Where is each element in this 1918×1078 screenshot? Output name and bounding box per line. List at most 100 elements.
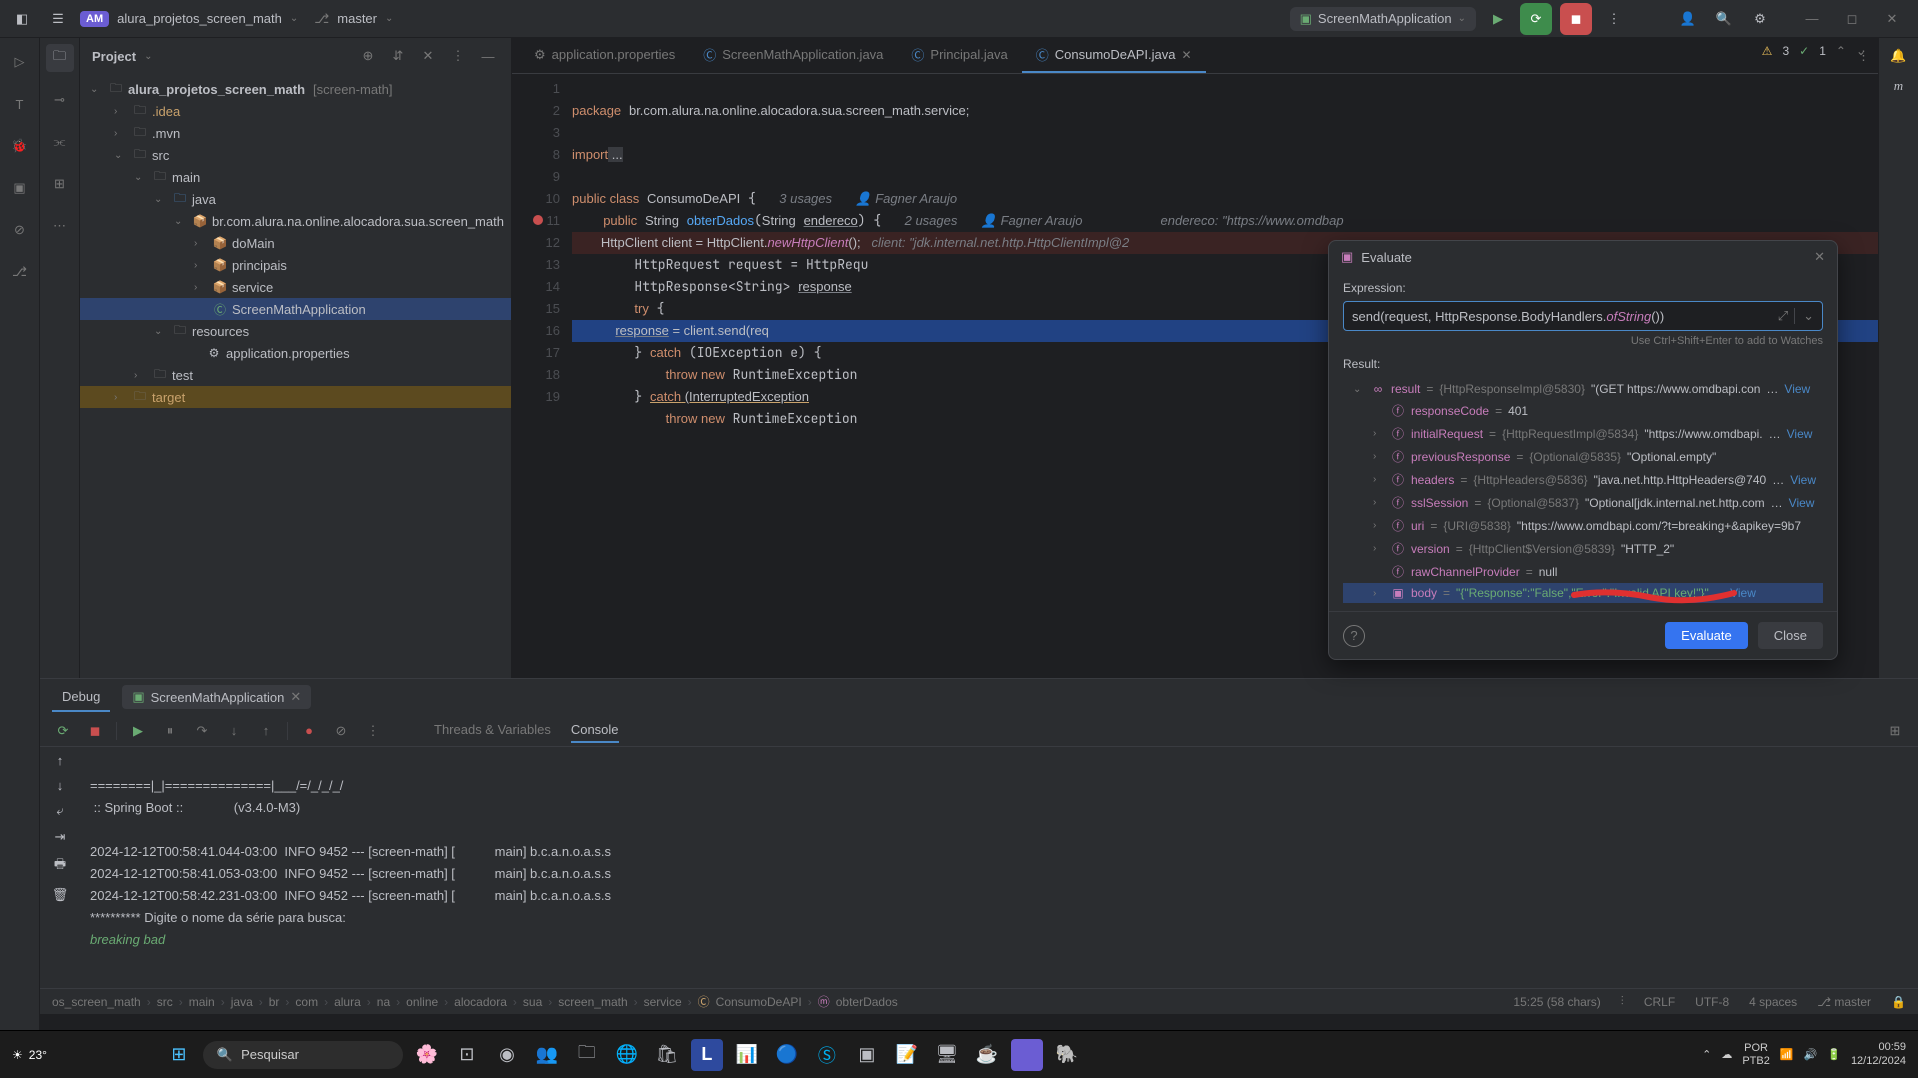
debug-session-tab[interactable]: ▣ ScreenMathApplication ✕	[122, 685, 311, 709]
result-row-body[interactable]: ›▣body = "{"Response":"False","Error":"I…	[1343, 583, 1823, 603]
breadcrumb-method[interactable]: obterDados	[836, 995, 898, 1009]
tree-item-src[interactable]: ⌄🗀src	[80, 144, 511, 166]
tab-consumodeapi[interactable]: ⒸConsumoDeAPI.java✕	[1022, 38, 1206, 73]
weather-widget[interactable]: ☀ 23°	[12, 1048, 47, 1062]
lock-icon[interactable]: 🔒	[1891, 995, 1906, 1009]
result-row[interactable]: ›ⓕversion = {HttpClient$Version@5839} "H…	[1343, 537, 1823, 560]
battery-icon[interactable]: 🔋	[1827, 1048, 1841, 1061]
run-config-selector[interactable]: ▣ ScreenMathApplication ⌄	[1290, 7, 1476, 31]
intellij-icon[interactable]	[1011, 1039, 1043, 1071]
chevron-down-icon[interactable]: ⌄	[144, 51, 152, 62]
close-tab-icon[interactable]: ✕	[1181, 48, 1191, 62]
result-row[interactable]: ›ⓕinitialRequest = {HttpRequestImpl@5834…	[1343, 422, 1823, 445]
task-view-icon[interactable]: ⊡	[451, 1039, 483, 1071]
tests-icon[interactable]: T	[6, 90, 34, 118]
problems-icon[interactable]: ⊘	[6, 216, 34, 244]
indent-setting[interactable]: 4 spaces	[1749, 995, 1797, 1009]
tree-item-java[interactable]: ⌄🗀java	[80, 188, 511, 210]
result-row[interactable]: ›ⓕheaders = {HttpHeaders@5836} "java.net…	[1343, 468, 1823, 491]
evaluate-button[interactable]: Evaluate	[1665, 622, 1748, 649]
onedrive-icon[interactable]: ☁	[1721, 1048, 1732, 1061]
soft-wrap-icon[interactable]: ⤶	[56, 803, 63, 819]
tree-item-app-class[interactable]: ⒸScreenMathApplication	[80, 298, 511, 320]
mute-breakpoints-icon[interactable]: ⊘	[330, 720, 352, 742]
debug-tool-icon[interactable]: 🐞	[6, 132, 34, 160]
debug-button[interactable]: ⟳	[1520, 3, 1552, 35]
maven-icon[interactable]: m	[1894, 78, 1903, 94]
system-tray[interactable]: ⌃ ☁ PORPTB2 📶 🔊 🔋 00:5912/12/2024	[1702, 1041, 1906, 1067]
tree-item-resources[interactable]: ⌄🗀resources	[80, 320, 511, 342]
git-branch-status[interactable]: ⎇ master	[1817, 995, 1871, 1009]
pgadmin-icon[interactable]: 🐘	[1051, 1039, 1083, 1071]
breadcrumb-segment[interactable]: service	[644, 995, 682, 1009]
notifications-icon[interactable]: 🔔	[1890, 48, 1906, 64]
breadcrumb-class[interactable]: ConsumoDeAPI	[716, 995, 802, 1009]
tree-item-service[interactable]: ›📦service	[80, 276, 511, 298]
breadcrumb-segment[interactable]: screen_math	[558, 995, 627, 1009]
store-icon[interactable]: 🛍	[651, 1039, 683, 1071]
chevron-up-icon[interactable]: ⌃	[1836, 44, 1846, 58]
breadcrumb-segment[interactable]: java	[231, 995, 253, 1009]
volume-icon[interactable]: 🔊	[1804, 1048, 1818, 1061]
git-icon[interactable]: ⎇	[6, 258, 34, 286]
scroll-to-end-icon[interactable]: ⇥	[55, 829, 66, 845]
taskbar-app[interactable]: ☕	[971, 1039, 1003, 1071]
chevron-down-icon[interactable]: ⌄	[1856, 44, 1866, 58]
collapse-all-icon[interactable]: ✕	[417, 45, 439, 67]
code-with-me-icon[interactable]: 👤	[1674, 5, 1702, 33]
breadcrumb-segment[interactable]: sua	[523, 995, 542, 1009]
breadcrumb-segment[interactable]: alocadora	[454, 995, 507, 1009]
breakpoint-icon[interactable]	[533, 215, 543, 225]
history-dropdown-icon[interactable]: ⌄	[1794, 308, 1814, 324]
step-over-icon[interactable]: ↷	[191, 720, 213, 742]
expand-input-icon[interactable]: ⤢	[1778, 308, 1788, 324]
editor-gutter[interactable]: 1238910 11 1213141516171819	[512, 74, 572, 678]
chrome-icon[interactable]: 🔵	[771, 1039, 803, 1071]
result-row[interactable]: ⓕresponseCode = 401	[1343, 399, 1823, 422]
taskbar-app[interactable]: 🖥	[931, 1039, 963, 1071]
threads-variables-tab[interactable]: Threads & Variables	[434, 718, 551, 743]
help-icon[interactable]: ?	[1343, 625, 1365, 647]
taskbar-search[interactable]: 🔍Pesquisar	[203, 1041, 403, 1069]
breadcrumb-segment[interactable]: os_screen_math	[52, 995, 141, 1009]
scroll-up-icon[interactable]: ↑	[57, 753, 64, 768]
result-row-root[interactable]: ⌄∞result = {HttpResponseImpl@5830} "(GET…	[1343, 379, 1823, 399]
search-icon[interactable]: 🔍	[1710, 5, 1738, 33]
more-tools-icon[interactable]: ⋯	[46, 212, 74, 240]
stop-icon[interactable]: ◼	[84, 720, 106, 742]
breadcrumb-segment[interactable]: na	[377, 995, 390, 1009]
tree-item-idea[interactable]: ›🗀.idea	[80, 100, 511, 122]
result-row[interactable]: ⓕrawChannelProvider = null	[1343, 560, 1823, 583]
close-session-icon[interactable]: ✕	[290, 689, 301, 705]
project-name[interactable]: alura_projetos_screen_math	[117, 11, 282, 26]
panel-options-icon[interactable]: ⋮	[447, 45, 469, 67]
notepad-icon[interactable]: 📝	[891, 1039, 923, 1071]
close-button[interactable]: Close	[1758, 622, 1823, 649]
clear-icon[interactable]: 🗑	[52, 887, 69, 903]
tree-item-mvn[interactable]: ›🗀.mvn	[80, 122, 511, 144]
tab-principal[interactable]: ⒸPrincipal.java	[897, 38, 1021, 73]
tree-item-principais[interactable]: ›📦principais	[80, 254, 511, 276]
teams-icon[interactable]: 👥	[531, 1039, 563, 1071]
copilot-icon[interactable]: ◉	[491, 1039, 523, 1071]
hide-panel-icon[interactable]: —	[477, 45, 499, 67]
file-encoding[interactable]: UTF-8	[1695, 995, 1729, 1009]
resume-icon[interactable]: ▶	[127, 720, 149, 742]
run-button[interactable]: ▶	[1484, 5, 1512, 33]
taskbar-clock[interactable]: 00:5912/12/2024	[1851, 1041, 1906, 1067]
result-row[interactable]: ›ⓕpreviousResponse = {Optional@5835} "Op…	[1343, 445, 1823, 468]
skype-icon[interactable]: Ⓢ	[811, 1039, 843, 1071]
debug-tab[interactable]: Debug	[52, 683, 110, 712]
console-tab[interactable]: Console	[571, 718, 619, 743]
tree-item-main[interactable]: ⌄🗀main	[80, 166, 511, 188]
close-button[interactable]: ✕	[1874, 5, 1910, 33]
file-explorer-icon[interactable]: 🗀	[571, 1039, 603, 1071]
app-icon[interactable]: ◧	[8, 5, 36, 33]
expand-all-icon[interactable]: ⇵	[387, 45, 409, 67]
result-row[interactable]: ›ⓕsslSession = {Optional@5837} "Optional…	[1343, 491, 1823, 514]
breadcrumb-segment[interactable]: alura	[334, 995, 361, 1009]
indent-guide-icon[interactable]: ⫶	[1621, 994, 1624, 1009]
structure-icon[interactable]: ⊞	[46, 170, 74, 198]
breadcrumb-segment[interactable]: src	[157, 995, 173, 1009]
stop-button[interactable]: ◼	[1560, 3, 1592, 35]
